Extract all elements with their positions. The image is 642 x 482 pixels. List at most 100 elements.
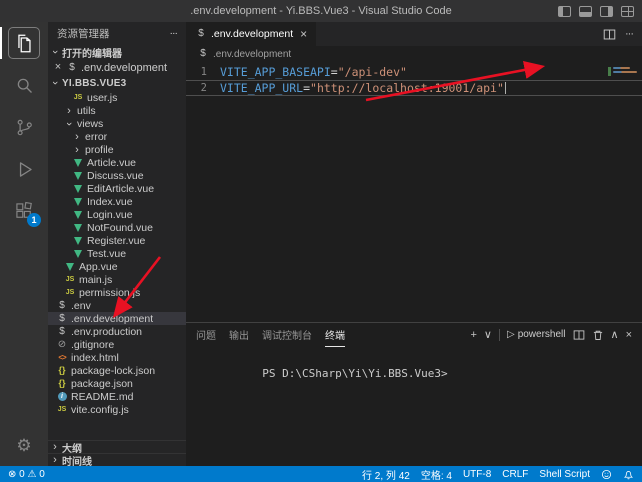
file-label: App.vue bbox=[79, 261, 118, 273]
activity-search-button[interactable] bbox=[0, 64, 48, 106]
terminal[interactable]: PS D:\CSharp\Yi\Yi.BBS.Vue3> bbox=[186, 347, 642, 466]
search-icon bbox=[9, 70, 39, 100]
status-encoding[interactable]: UTF-8 bbox=[463, 469, 491, 480]
activity-run-debug-button[interactable] bbox=[0, 148, 48, 190]
run-debug-icon bbox=[9, 154, 39, 184]
tree-item-package.json[interactable]: {}package.json bbox=[48, 377, 186, 390]
tree-item-Register.vue[interactable]: Register.vue bbox=[48, 234, 186, 247]
breadcrumb[interactable]: $ .env.development bbox=[186, 46, 642, 62]
file-label: Article.vue bbox=[87, 157, 136, 169]
tree-item-EditArticle.vue[interactable]: EditArticle.vue bbox=[48, 182, 186, 195]
code-line-1[interactable]: 1VITE_APP_BASEAPI="/api-dev" bbox=[186, 64, 642, 80]
vue-triangle bbox=[74, 172, 82, 180]
readme-info-icon: i bbox=[58, 392, 67, 401]
tree-item-NotFound.vue[interactable]: NotFound.vue bbox=[48, 221, 186, 234]
tree-item-Article.vue[interactable]: Article.vue bbox=[48, 156, 186, 169]
vue-triangle bbox=[74, 224, 82, 232]
toggle-secondary-sidebar-icon[interactable] bbox=[600, 6, 613, 17]
status-language-mode[interactable]: Shell Script bbox=[539, 469, 590, 480]
tree-item-main.js[interactable]: JSmain.js bbox=[48, 273, 186, 286]
js-file-icon: JS bbox=[64, 287, 76, 298]
settings-gear-button[interactable]: ⚙ bbox=[0, 424, 48, 466]
tree-item-.env.development[interactable]: $.env.development bbox=[48, 312, 186, 325]
split-editor-icon[interactable] bbox=[603, 28, 616, 41]
tree-item-App.vue[interactable]: App.vue bbox=[48, 260, 186, 273]
panel-tab-output[interactable]: 输出 bbox=[229, 323, 249, 347]
more-actions-icon[interactable]: ··· bbox=[170, 27, 178, 39]
tree-item-package-lock.json[interactable]: {}package-lock.json bbox=[48, 364, 186, 377]
file-label: index.html bbox=[71, 352, 119, 364]
status-indentation[interactable]: 空格: 4 bbox=[421, 467, 452, 482]
file-label: NotFound.vue bbox=[87, 222, 153, 234]
toggle-sidebar-icon[interactable] bbox=[558, 6, 571, 17]
vue-triangle bbox=[74, 211, 82, 219]
project-section[interactable]: › YI.BBS.VUE3 bbox=[48, 75, 186, 91]
notifications-bell-icon[interactable] bbox=[623, 469, 634, 480]
js-file-icon: JS bbox=[72, 92, 84, 103]
outline-label: 大纲 bbox=[62, 440, 82, 453]
tree-item-.env.production[interactable]: $.env.production bbox=[48, 325, 186, 338]
toggle-panel-icon[interactable] bbox=[579, 6, 592, 17]
activity-explorer-button[interactable] bbox=[0, 22, 48, 64]
tree-item-Index.vue[interactable]: Index.vue bbox=[48, 195, 186, 208]
file-tree: JSuser.js›utils›views›error›profileArtic… bbox=[48, 91, 186, 440]
new-terminal-icon[interactable]: + bbox=[470, 330, 476, 341]
tree-item-.gitignore[interactable]: ⊘.gitignore bbox=[48, 338, 186, 351]
split-terminal-icon[interactable] bbox=[573, 329, 585, 341]
tree-item-README.md[interactable]: iREADME.md bbox=[48, 390, 186, 403]
text-cursor bbox=[505, 82, 506, 94]
close-panel-icon[interactable]: × bbox=[626, 330, 632, 341]
tree-item-profile[interactable]: ›profile bbox=[48, 143, 186, 156]
timeline-label: 时间线 bbox=[62, 453, 92, 466]
file-label: views bbox=[77, 118, 103, 130]
code-editor[interactable]: 1VITE_APP_BASEAPI="/api-dev"2VITE_APP_UR… bbox=[186, 62, 642, 322]
activity-extensions-button[interactable]: 1 bbox=[0, 190, 48, 232]
tree-item-views[interactable]: ›views bbox=[48, 117, 186, 130]
close-icon[interactable]: × bbox=[53, 62, 63, 73]
customize-layout-icon[interactable] bbox=[621, 6, 634, 17]
panel-tab-problems[interactable]: 问题 bbox=[196, 323, 216, 347]
tree-item-permission.js[interactable]: JSpermission.js bbox=[48, 286, 186, 299]
vue-triangle bbox=[74, 185, 82, 193]
panel-tab-terminal[interactable]: 终端 bbox=[325, 323, 345, 347]
feedback-smiley-icon[interactable] bbox=[601, 469, 612, 480]
token: VITE_APP_URL bbox=[220, 81, 303, 95]
panel-header: 问题输出调试控制台终端 + ∨ ▷ powershell bbox=[186, 323, 642, 347]
tree-item-error[interactable]: ›error bbox=[48, 130, 186, 143]
status-errors-warnings[interactable]: ⊗ 0 ⚠ 0 bbox=[8, 469, 45, 480]
close-tab-icon[interactable]: × bbox=[300, 28, 307, 40]
activity-source-control-button[interactable] bbox=[0, 106, 48, 148]
tree-item-index.html[interactable]: <>index.html bbox=[48, 351, 186, 364]
outline-section[interactable]: › 大纲 bbox=[48, 440, 186, 453]
powershell-icon: ▷ bbox=[507, 330, 515, 340]
minimap[interactable] bbox=[613, 65, 639, 75]
tree-item-user.js[interactable]: JSuser.js bbox=[48, 91, 186, 104]
timeline-section[interactable]: › 时间线 bbox=[48, 453, 186, 466]
chevron-right-icon: › bbox=[64, 105, 74, 117]
tree-item-Test.vue[interactable]: Test.vue bbox=[48, 247, 186, 260]
kill-terminal-trash-icon[interactable] bbox=[592, 329, 604, 341]
layout-controls bbox=[558, 0, 634, 22]
tree-item-vite.config.js[interactable]: JSvite.config.js bbox=[48, 403, 186, 416]
tree-item-Login.vue[interactable]: Login.vue bbox=[48, 208, 186, 221]
tree-item-.env[interactable]: $.env bbox=[48, 299, 186, 312]
tree-item-utils[interactable]: ›utils bbox=[48, 104, 186, 117]
open-editors-section[interactable]: › 打开的编辑器 bbox=[48, 44, 186, 60]
terminal-profile[interactable]: ▷ powershell bbox=[507, 330, 566, 340]
line-number: 2 bbox=[186, 81, 220, 96]
file-label: Index.vue bbox=[87, 196, 133, 208]
terminal-dropdown-icon[interactable]: ∨ bbox=[484, 330, 492, 341]
more-actions-icon[interactable]: ··· bbox=[625, 28, 633, 40]
status-cursor-position[interactable]: 行 2, 列 42 bbox=[362, 467, 410, 482]
status-eol[interactable]: CRLF bbox=[502, 469, 528, 480]
tab-env-development[interactable]: $ .env.development × bbox=[186, 22, 317, 46]
maximize-panel-icon[interactable]: ∧ bbox=[611, 330, 619, 341]
minimap-line bbox=[613, 67, 630, 69]
tree-item-Discuss.vue[interactable]: Discuss.vue bbox=[48, 169, 186, 182]
code-line-2[interactable]: 2VITE_APP_URL="http://localhost:19001/ap… bbox=[186, 80, 642, 96]
chevron-down-icon: › bbox=[49, 78, 61, 88]
code-text: VITE_APP_BASEAPI="/api-dev" bbox=[220, 65, 407, 80]
panel-tab-debug-console[interactable]: 调试控制台 bbox=[262, 323, 312, 347]
open-editor-item[interactable]: × $ .env.development bbox=[48, 60, 186, 75]
file-label: error bbox=[85, 131, 107, 143]
